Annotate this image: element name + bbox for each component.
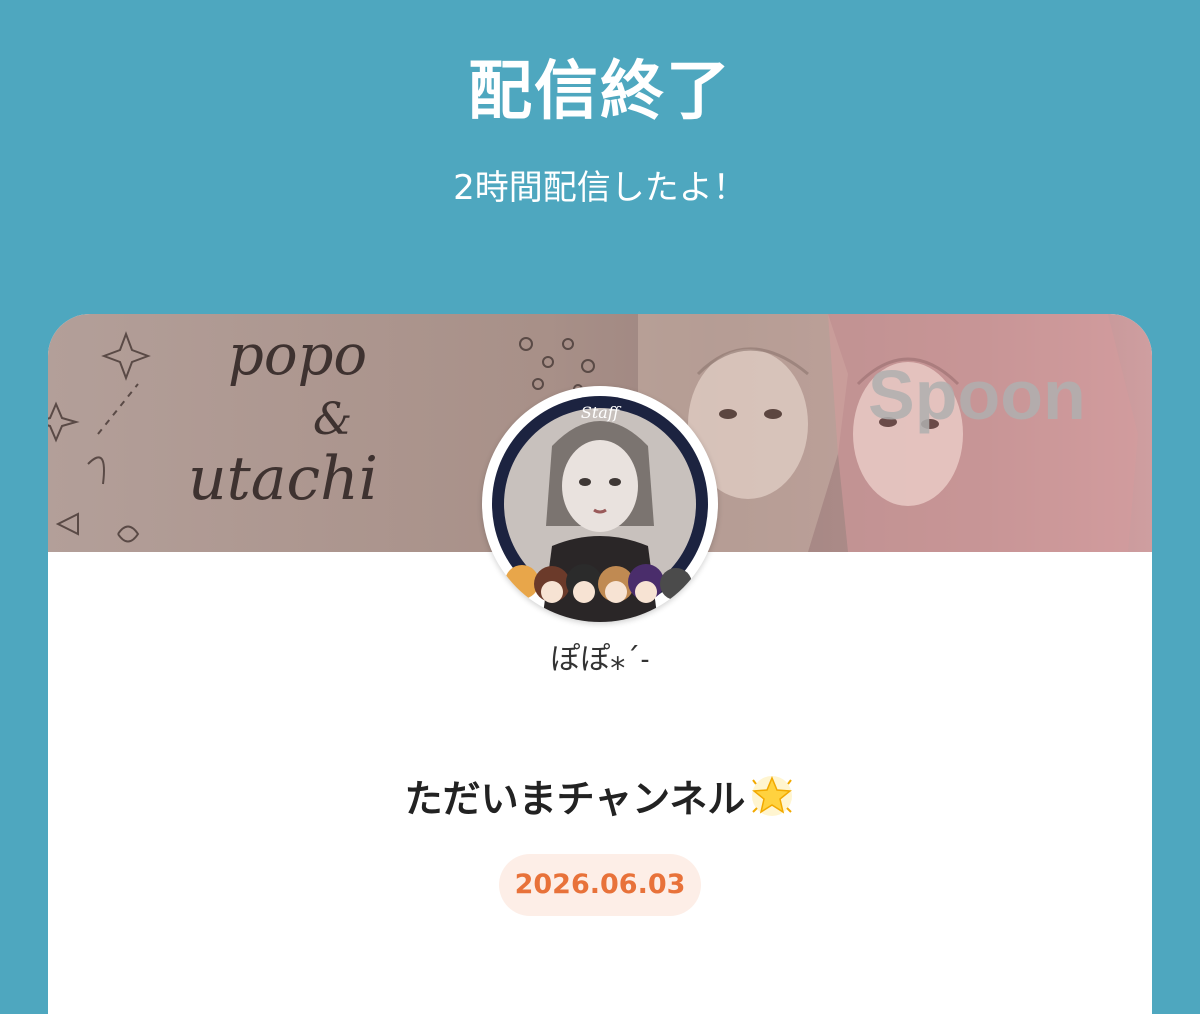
header-subtitle: 2時間配信したよ！: [453, 168, 747, 208]
header-title: 配信終了: [468, 55, 732, 129]
broadcast-title: ただいまチャンネル: [48, 772, 1152, 825]
username: ぽぽ⁎ˊ˗: [550, 642, 650, 677]
glowing-star-icon: [749, 772, 795, 818]
broadcast-end-card: popo & utachi Spoon Staff ぽぽ⁎ˊ˗ ただいまチャンネ…: [48, 314, 1152, 1014]
broadcast-title-text: ただいまチャンネル: [404, 777, 746, 821]
banner-script-line3: utachi: [188, 444, 378, 514]
avatar-caption: Staff: [581, 403, 622, 422]
banner-script-line2: &: [313, 394, 352, 445]
avatar[interactable]: Staff: [482, 386, 718, 622]
banner-script-line1: popo: [228, 323, 367, 388]
date-badge: 2026.06.03: [499, 854, 701, 916]
spoon-logo: Spoon: [868, 356, 1086, 434]
